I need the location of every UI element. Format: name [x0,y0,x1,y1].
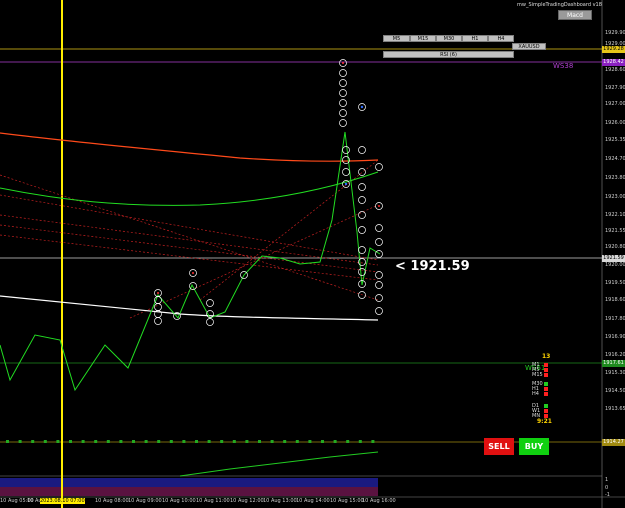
macd-histogram-neg [0,487,378,496]
rsi-button[interactable]: RSI (6) [383,51,514,58]
price-tick-label: 1920.80 [605,244,625,250]
price-tick-label: 1919.50 [605,280,625,286]
price-tick-label: 1929.90 [605,30,625,36]
ma-white [0,295,379,321]
tf-button-h1[interactable]: H1 [462,35,488,42]
ma-slow-orange [0,132,379,162]
tf-button-m15[interactable]: M15 [410,35,436,42]
time-tick-label: 10 Aug 13:00 [263,498,297,504]
price-tick-label: 1928.60 [605,67,625,73]
signal-square [544,373,548,377]
signal-square [544,368,548,372]
price-tag: 1917.61 [602,360,625,367]
tf-button-h4[interactable]: H4 [488,35,514,42]
price-tick-label: 1927.00 [605,101,625,107]
indicator-title: mw_SimpleTradingDashboard v18 [517,2,602,8]
price-tick-label: 1923.80 [605,175,625,181]
price-tag: 1929.28 [602,46,625,53]
signal-tf-label: M15 [532,372,543,378]
signal-square [544,404,548,408]
ws38-label: WS38 [553,62,574,70]
macd-tick-label: 0 [605,485,609,491]
time-tick-label: 10 Aug 15:00 [330,498,364,504]
macd-signal-line [179,451,379,477]
ma-green [0,171,379,206]
price-tick-label: 1922.10 [605,212,625,218]
buy-button[interactable]: BUY [519,438,549,455]
price-tick-label: 1916.20 [605,352,625,358]
macd-tick-label: -1 [605,492,610,498]
symbol-button[interactable]: XAUUSD [512,43,546,50]
price-tick-label: 1918.60 [605,297,625,303]
price-line [0,131,381,392]
signal-square [544,382,548,386]
price-chart[interactable] [0,0,625,508]
time-tick-label: 10 Aug 14:00 [296,498,330,504]
price-tick-label: 1921.55 [605,228,625,234]
price-tick-label: 1913.65 [605,406,625,412]
price-tick-label: 1926.00 [605,120,625,126]
time-tick-label: 10 Aug 10:00 [162,498,196,504]
price-tick-label: 1915.30 [605,370,625,376]
dotted-signal-row [6,440,375,443]
signal-time: 9:21 [537,418,552,425]
signal-square [544,409,548,413]
macd-tick-label: 1 [605,477,609,483]
sell-button[interactable]: SELL [484,438,514,455]
price-tick-label: 1917.80 [605,316,625,322]
time-tick-label: 2023.08.10 07:00 [40,498,85,504]
price-tick-label: 1914.50 [605,388,625,394]
time-tick-label: 10 Aug 08:00 [95,498,129,504]
price-tick-label: 1925.35 [605,137,625,143]
price-tick-label: 1927.90 [605,85,625,91]
price-tag: 1928.42 [602,59,625,66]
tf-button-m5[interactable]: M5 [383,35,410,42]
price-tag: 1914.27 [602,439,625,446]
signal-count: 13 [542,353,551,360]
price-tick-label: 1924.70 [605,156,625,162]
signal-square [544,363,548,367]
current-price-label: < 1921.59 [395,259,470,274]
signal-square [544,392,548,396]
time-tick-label: 10 Aug 16:00 [362,498,396,504]
time-tick-label: 10 Aug 12:00 [230,498,264,504]
tf-button-m30[interactable]: M30 [436,35,462,42]
signal-square [544,387,548,391]
signal-markers [154,59,383,326]
time-tick-label: 10 Aug 09:00 [128,498,162,504]
trend-lines [0,159,379,319]
time-tick-label: 10 Aug 11:00 [196,498,230,504]
macd-button[interactable]: Macd [558,10,592,20]
price-tick-label: 1920.00 [605,262,625,268]
price-tick-label: 1923.00 [605,194,625,200]
price-tag: 1921.59 [602,255,625,262]
signal-tf-label: H4 [532,391,539,397]
price-tick-label: 1916.90 [605,334,625,340]
